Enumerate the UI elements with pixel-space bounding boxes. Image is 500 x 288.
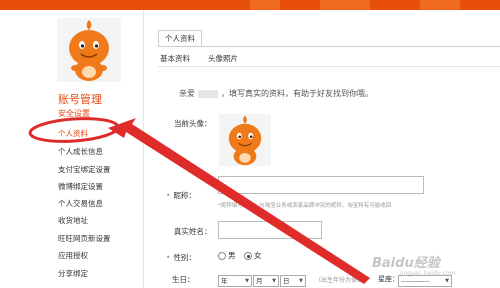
chevron-down-icon: ▼ — [299, 278, 303, 284]
gender-female-option[interactable]: 女 — [244, 250, 262, 261]
chevron-down-icon: ▼ — [245, 278, 249, 284]
orange-mascot-icon — [57, 18, 121, 82]
sidebar-item-alipay[interactable]: 支付宝绑定设置 — [58, 164, 111, 175]
sidebar-item-weibo[interactable]: 微博绑定设置 — [58, 181, 103, 192]
realname-label: 真实姓名： — [174, 227, 212, 236]
radio-female[interactable] — [244, 252, 252, 260]
subtab-divider — [158, 66, 500, 67]
subtab-basic-info[interactable]: 基本资料 — [160, 53, 190, 64]
orange-mascot-icon — [219, 114, 271, 166]
chevron-down-icon: ▼ — [445, 278, 449, 284]
sidebar-item-growth[interactable]: 个人成长信息 — [58, 146, 103, 157]
current-avatar-label: 当前头像： — [174, 119, 212, 128]
birthday-label: 生日： — [172, 275, 195, 284]
sidebar-item-address[interactable]: 收货地址 — [58, 215, 88, 226]
sidebar-item-trade[interactable]: 个人交易信息 — [58, 198, 103, 209]
nickname-hint: *昵称填写须知：与淘宝业务或卖家品牌冲突的昵称，淘宝将有可能收回 — [218, 203, 392, 209]
gender-male-option[interactable]: 男 — [218, 250, 236, 261]
greeting-suffix: ，填写真实的资料，有助于好友找到你哦。 — [221, 89, 373, 98]
watermark-sub: jingyan.baidu.com — [400, 270, 456, 277]
birthday-month-select[interactable]: 月 ▼ — [253, 275, 279, 287]
current-avatar — [219, 114, 271, 166]
banner-stripe — [250, 0, 280, 10]
blurred-username — [198, 89, 218, 98]
greeting-prefix: 亲爱 — [179, 89, 195, 98]
zodiac-label: 星座： — [378, 275, 399, 283]
greeting-text: 亲爱 ，填写真实的资料，有助于好友找到你哦。 — [179, 88, 373, 99]
subtab-avatar-photo[interactable]: 头像照片 — [208, 53, 238, 64]
birthday-day-select[interactable]: 日 ▼ — [280, 275, 306, 287]
sidebar-item-wangwang[interactable]: 旺旺网页新设置 — [58, 233, 111, 244]
watermark: Baidu经验 — [372, 256, 440, 271]
birthday-hint: （出生年份为保密） — [315, 277, 370, 284]
birthday-year-select[interactable]: 年 ▼ — [218, 275, 252, 287]
chevron-down-icon: ▼ — [272, 278, 276, 284]
sidebar-item-profile[interactable]: 个人资料 — [58, 128, 88, 139]
sidebar-item-apps[interactable]: 应用授权 — [58, 250, 88, 261]
top-banner — [0, 0, 500, 10]
sidebar-avatar[interactable] — [57, 18, 121, 82]
gender-label: • 性别： — [166, 253, 196, 262]
tab-profile[interactable]: 个人资料 — [158, 30, 202, 47]
banner-stripe — [320, 0, 370, 10]
sidebar-title: 账号管理 — [58, 93, 102, 106]
banner-stripe — [420, 0, 460, 10]
radio-male[interactable] — [218, 252, 226, 260]
realname-input[interactable] — [218, 221, 322, 239]
nickname-label: • 昵称： — [166, 191, 196, 200]
sidebar-item-security[interactable]: 安全设置 — [58, 108, 90, 119]
tab-divider — [158, 46, 500, 47]
main-panel: 个人资料 基本资料 头像照片 亲爱 ，填写真实的资料，有助于好友找到你哦。 当前头… — [144, 10, 500, 288]
sidebar-item-share[interactable]: 分享绑定 — [58, 268, 88, 279]
nickname-input[interactable] — [218, 176, 424, 194]
